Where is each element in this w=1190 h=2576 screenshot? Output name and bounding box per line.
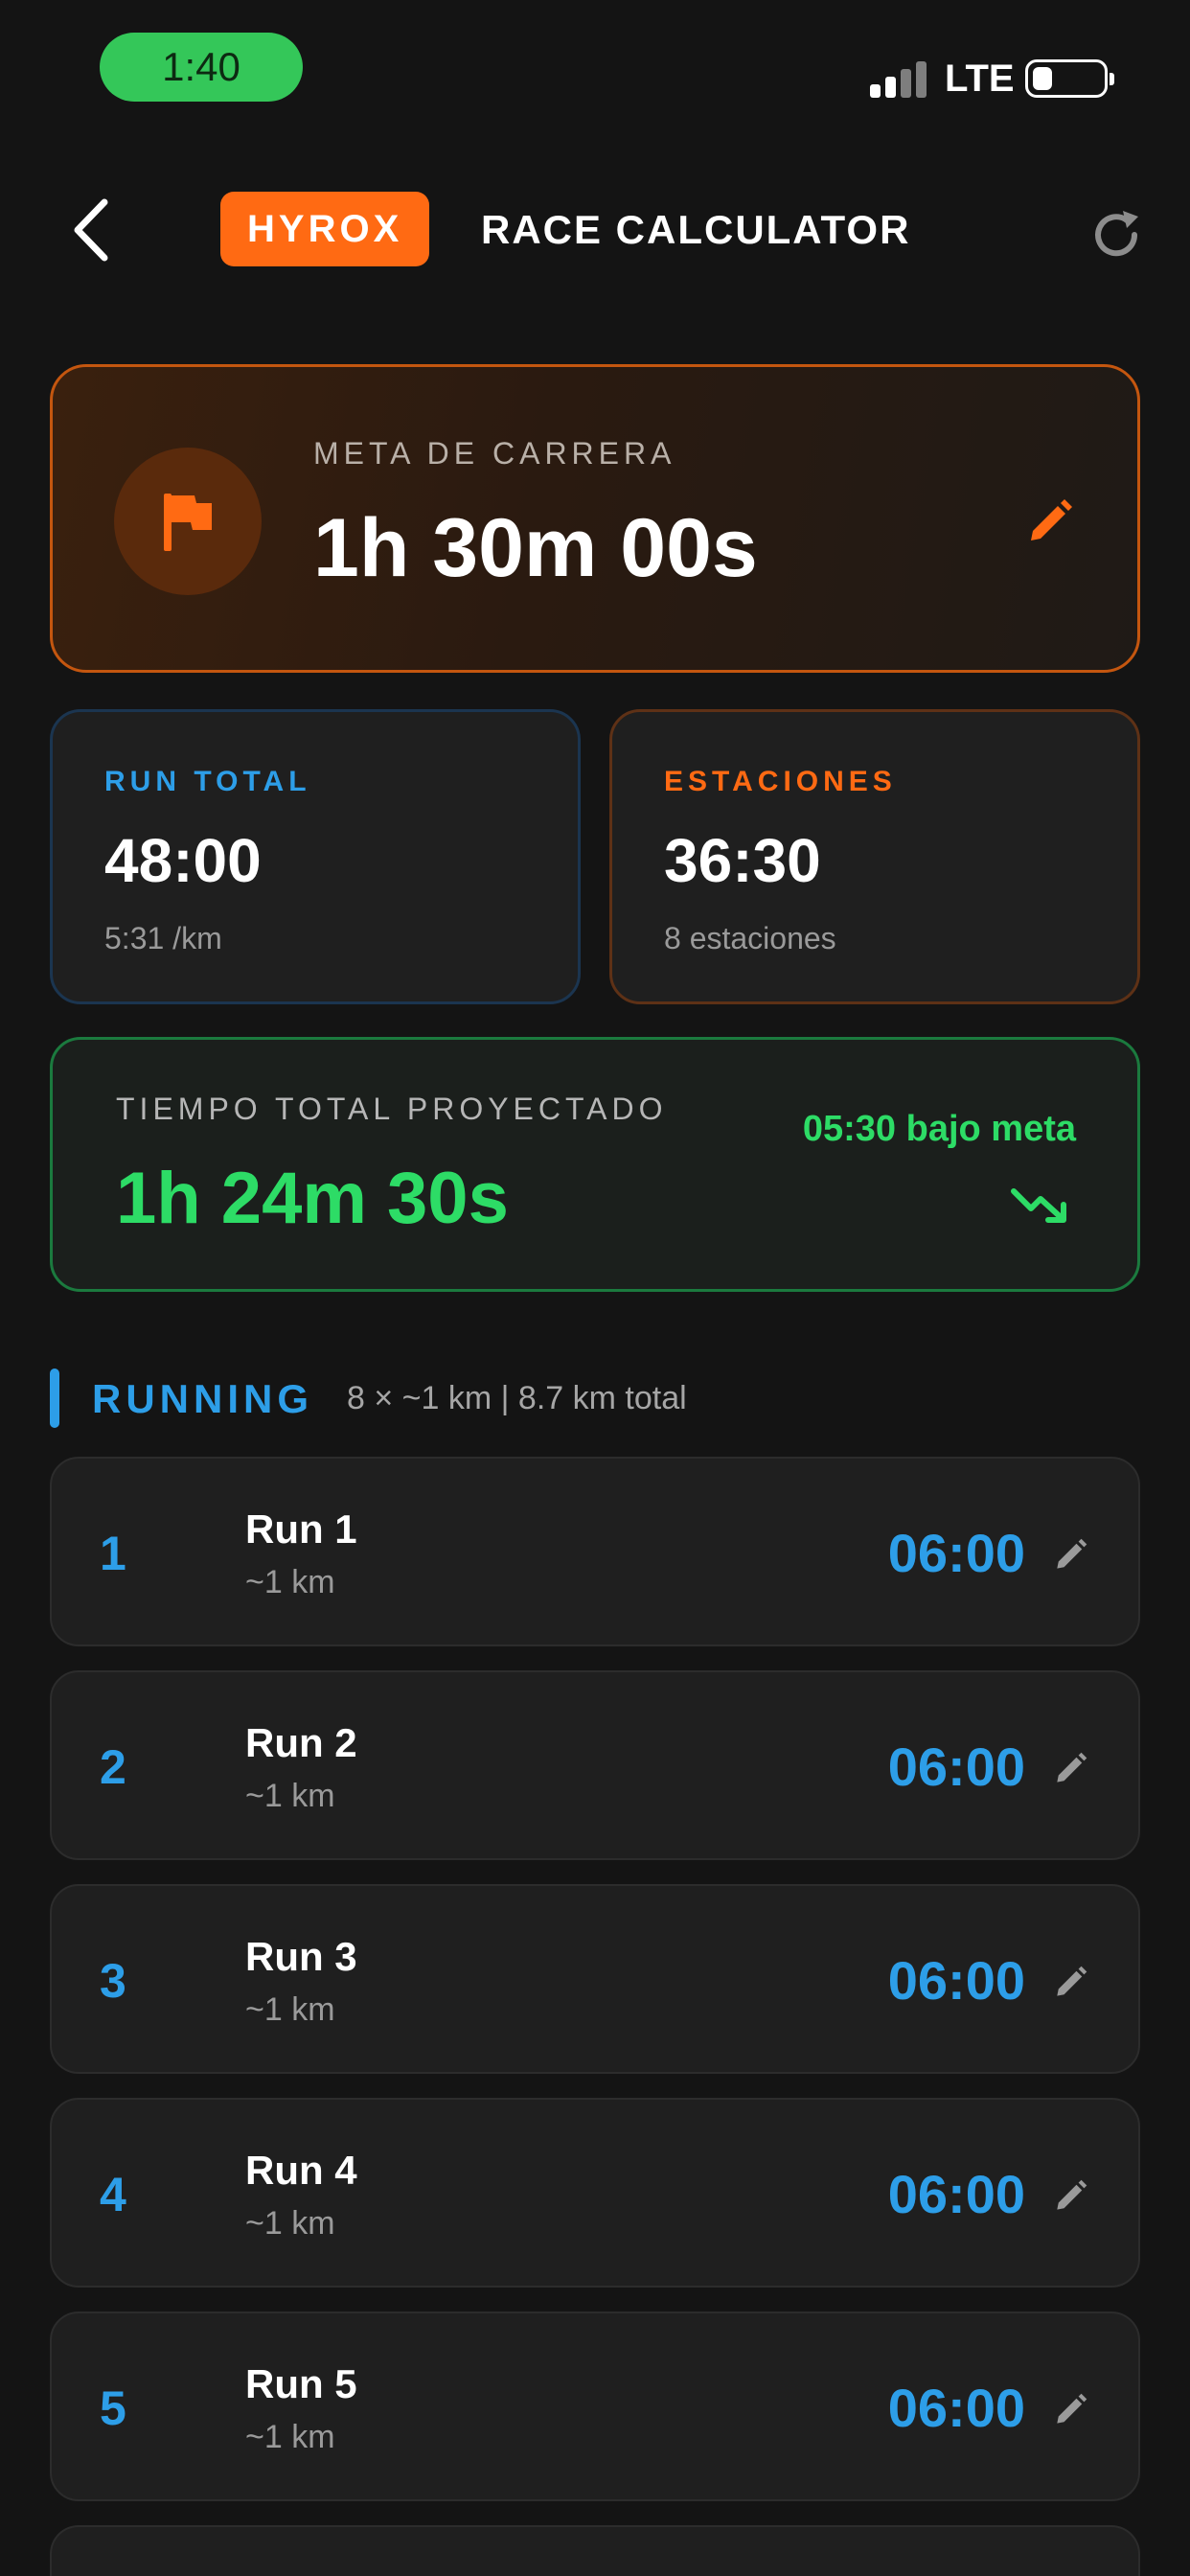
- stations-card: ESTACIONES 36:30 8 estaciones: [609, 709, 1140, 1004]
- pencil-icon: [1057, 1538, 1087, 1569]
- run-name: Run 3: [245, 1934, 357, 1979]
- signal-strength-icon: [870, 59, 929, 98]
- edit-goal-button[interactable]: [1020, 494, 1078, 551]
- projected-label: TIEMPO TOTAL PROYECTADO: [116, 1092, 668, 1126]
- run-index: 1: [100, 1527, 126, 1580]
- edit-run-button[interactable]: [1046, 1531, 1094, 1579]
- race-goal-card[interactable]: META DE CARRERA 1h 30m 00s: [50, 364, 1140, 673]
- run-index: 3: [100, 1954, 126, 2008]
- run-time: 06:00: [887, 2378, 1025, 2438]
- run-distance: ~1 km: [245, 1778, 335, 1814]
- pencil-icon: [1057, 1752, 1087, 1782]
- run-time: 06:00: [887, 1736, 1025, 1797]
- run-name: Run 1: [245, 1506, 357, 1552]
- run-name: Run 5: [245, 2361, 357, 2406]
- edit-run-button[interactable]: [1046, 2173, 1094, 2220]
- goal-icon-container: [114, 448, 262, 595]
- run-row[interactable]: 3 Run 3 ~1 km 06:00: [50, 1884, 1140, 2074]
- app-header: HYROX RACE CALCULATOR: [0, 172, 1190, 288]
- section-title: RUNNING: [92, 1376, 313, 1421]
- status-time: 1:40: [100, 33, 303, 102]
- edit-run-button[interactable]: [1046, 2386, 1094, 2434]
- run-distance: ~1 km: [245, 2419, 335, 2455]
- section-accent-bar: [50, 1368, 59, 1428]
- run-time: 06:00: [887, 2164, 1025, 2224]
- run-row[interactable]: 2 Run 2 ~1 km 06:00: [50, 1670, 1140, 1860]
- projected-total-card: TIEMPO TOTAL PROYECTADO 1h 24m 30s 05:30…: [50, 1037, 1140, 1292]
- run-total-card: RUN TOTAL 48:00 5:31 /km: [50, 709, 581, 1004]
- run-time: 06:00: [887, 1950, 1025, 2011]
- run-distance: ~1 km: [245, 1564, 335, 1600]
- run-row[interactable]: 5 Run 5 ~1 km 06:00: [50, 2312, 1140, 2501]
- run-pace: 5:31 /km: [104, 921, 222, 955]
- run-row[interactable]: 1 Run 1 ~1 km 06:00: [50, 1457, 1140, 1646]
- network-type: LTE: [945, 58, 1015, 100]
- back-button[interactable]: [57, 192, 125, 268]
- pencil-icon: [1057, 2179, 1087, 2210]
- pencil-icon: [1057, 2393, 1087, 2424]
- run-index: 5: [100, 2381, 126, 2435]
- section-meta: 8 × ~1 km | 8.7 km total: [347, 1380, 687, 1416]
- run-total-value: 48:00: [104, 826, 262, 895]
- brand-badge: HYROX: [220, 192, 430, 266]
- goal-difference: 05:30 bajo meta: [802, 1109, 1076, 1149]
- chevron-left-icon: [74, 198, 108, 262]
- battery-icon: [1025, 59, 1114, 98]
- pencil-icon: [1031, 499, 1072, 540]
- run-index: 2: [100, 1740, 126, 1794]
- stations-value: 36:30: [664, 826, 821, 895]
- run-distance: ~1 km: [245, 1991, 335, 2028]
- refresh-icon: [1095, 211, 1138, 257]
- projected-value: 1h 24m 30s: [116, 1158, 509, 1239]
- run-name: Run 4: [245, 2148, 357, 2193]
- page-title: RACE CALCULATOR: [481, 207, 911, 252]
- run-index: 4: [100, 2168, 126, 2221]
- trending-down-icon: [1011, 1188, 1066, 1223]
- run-distance: ~1 km: [245, 2205, 335, 2242]
- edit-run-button[interactable]: [1046, 1745, 1094, 1793]
- run-total-label: RUN TOTAL: [104, 766, 311, 797]
- stations-count: 8 estaciones: [664, 921, 836, 955]
- refresh-button[interactable]: [1083, 201, 1150, 268]
- flag-icon: [164, 494, 212, 551]
- status-bar: 1:40 LTE: [0, 0, 1190, 144]
- pencil-icon: [1057, 1966, 1087, 1996]
- run-row-partial[interactable]: [50, 2525, 1140, 2576]
- goal-label: META DE CARRERA: [313, 436, 676, 471]
- goal-value: 1h 30m 00s: [313, 502, 758, 594]
- run-row[interactable]: 4 Run 4 ~1 km 06:00: [50, 2098, 1140, 2288]
- run-name: Run 2: [245, 1720, 357, 1765]
- running-section-header: RUNNING 8 × ~1 km | 8.7 km total: [50, 1365, 1140, 1428]
- trend-indicator: [1007, 1176, 1074, 1233]
- stations-label: ESTACIONES: [664, 766, 897, 797]
- edit-run-button[interactable]: [1046, 1959, 1094, 2007]
- run-time: 06:00: [887, 1523, 1025, 1583]
